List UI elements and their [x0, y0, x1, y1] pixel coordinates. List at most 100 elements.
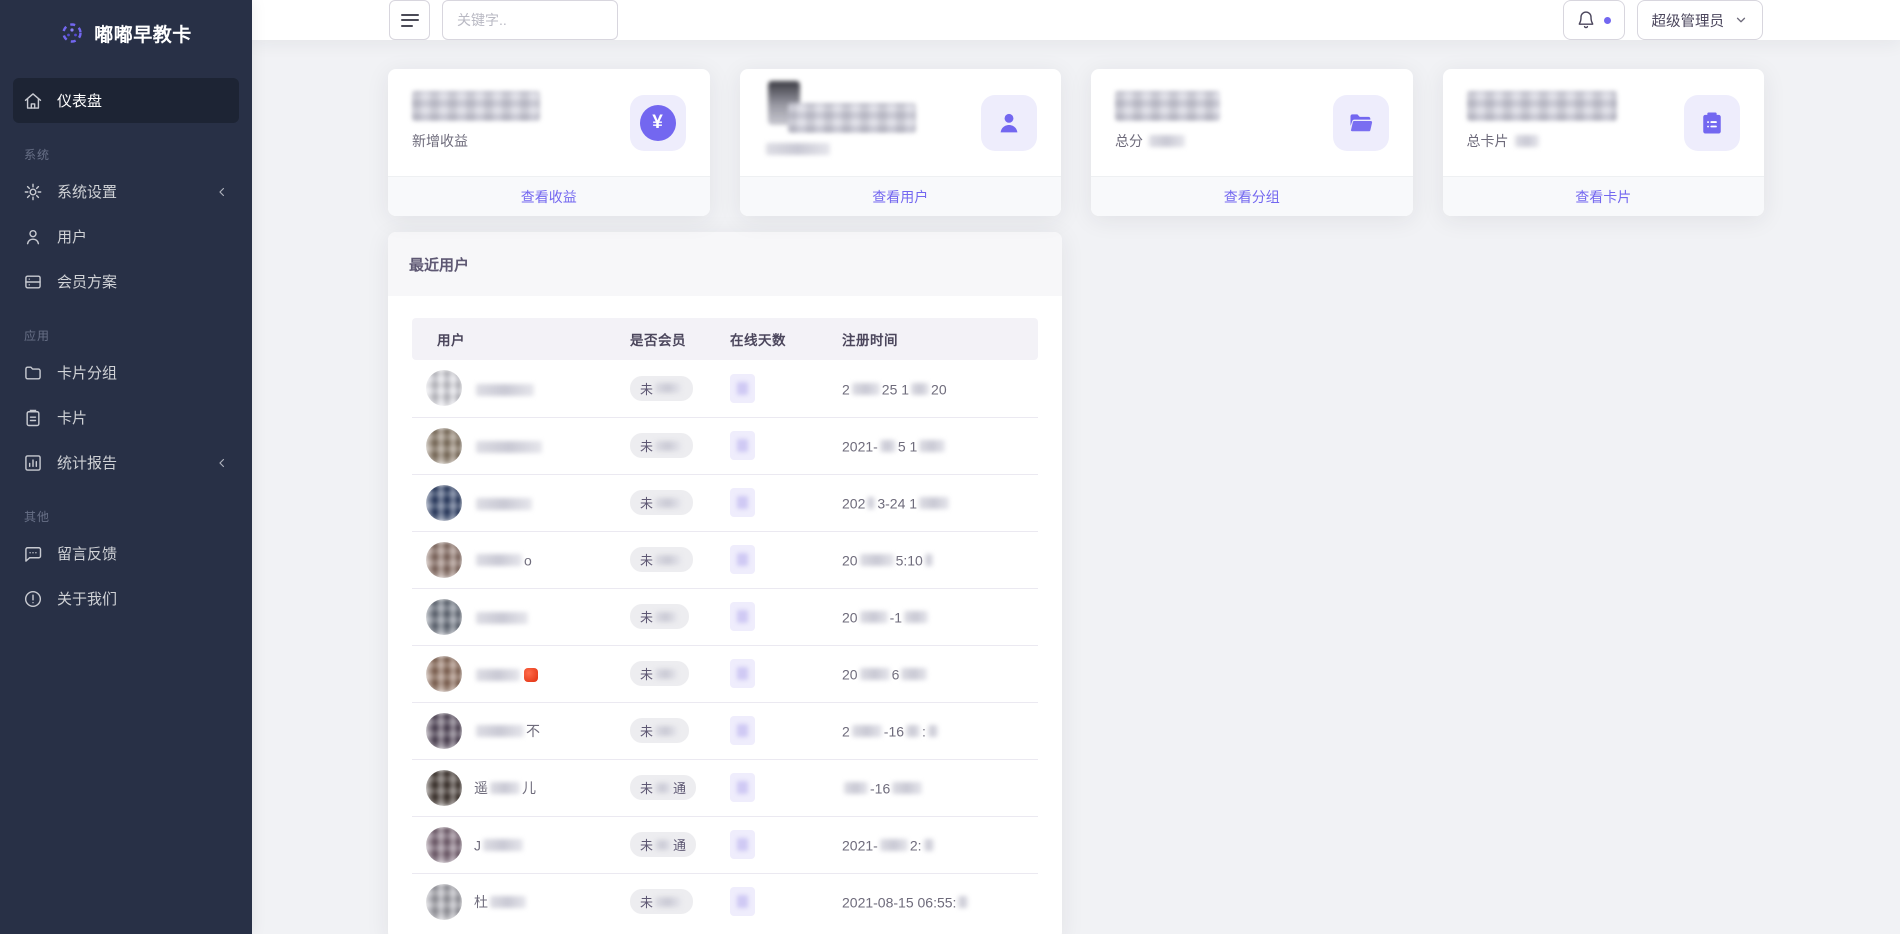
bell-icon: [1576, 10, 1596, 30]
sidebar-item-label: 用户: [57, 226, 87, 247]
user-name: J: [474, 836, 525, 853]
online-days-badge: [730, 830, 755, 859]
user-icon: [981, 95, 1037, 151]
panel-title: 最近用户: [388, 232, 1062, 296]
column-header-user: 用户: [412, 318, 618, 360]
view-users-link[interactable]: 查看用户: [872, 187, 928, 207]
stat-card-users: 查看用户: [740, 69, 1062, 216]
table-row: 不 未 2-16:: [412, 702, 1038, 759]
logo-icon: [60, 21, 84, 45]
recent-users-table: 用户 是否会员 在线天数 注册时间 未225 120未2021-5 1未2023…: [412, 318, 1038, 930]
table-row: 未225 120: [412, 360, 1038, 417]
register-date: 205:10: [830, 531, 1038, 588]
table-header-row: 用户 是否会员 在线天数 注册时间: [412, 318, 1038, 360]
sidebar-item-label: 关于我们: [57, 588, 117, 609]
gear-icon: [23, 182, 43, 202]
register-date: 2021-08-15 06:55:: [830, 873, 1038, 930]
bar-chart-icon: [23, 453, 43, 473]
table-row: 未 20-1: [412, 588, 1038, 645]
sidebar-nav: 仪表盘 系统 系统设置 用户 会员方案 应用 卡片分组 卡片 统计报告: [0, 66, 252, 621]
user-avatar: [426, 713, 462, 749]
sidebar-item-label: 会员方案: [57, 271, 117, 292]
folder-open-icon: [1333, 95, 1389, 151]
sidebar-section-apps: 应用: [0, 322, 252, 350]
user-name: 不: [474, 721, 540, 741]
sidebar-item-label: 统计报告: [57, 452, 117, 473]
table-row: o未205:10: [412, 531, 1038, 588]
notifications-button[interactable]: [1563, 0, 1625, 40]
recent-users-tbody: 未225 120未2021-5 1未2023-24 1o未205:10未20-1…: [412, 360, 1038, 930]
app-logo[interactable]: 嘟嘟早教卡: [0, 0, 252, 66]
main-area: 超级管理员 新增收益 ¥ 查看收益: [252, 0, 1900, 934]
register-date: 206: [830, 645, 1038, 702]
table-row: J 未通 2021-2:: [412, 816, 1038, 873]
register-date: 2021-5 1: [830, 417, 1038, 474]
table-row: 未 206: [412, 645, 1038, 702]
sidebar-item-feedback[interactable]: 留言反馈: [13, 531, 239, 576]
member-status-badge: 未: [630, 718, 689, 743]
member-status-badge: 未: [630, 604, 689, 629]
view-groups-link[interactable]: 查看分组: [1224, 187, 1280, 207]
sidebar: 嘟嘟早教卡 仪表盘 系统 系统设置 用户 会员方案 应用 卡片分组 卡片: [0, 0, 252, 934]
stat-card-revenue: 新增收益 ¥ 查看收益: [388, 69, 710, 216]
user-name: [474, 380, 536, 396]
column-header-member: 是否会员: [618, 318, 718, 360]
user-avatar: [426, 884, 462, 920]
user-avatar: [426, 599, 462, 635]
view-cards-link[interactable]: 查看卡片: [1575, 187, 1631, 207]
clipboard-icon: [23, 408, 43, 428]
user-name: [474, 495, 534, 511]
register-date: 225 120: [830, 360, 1038, 417]
topbar: 超级管理员: [252, 0, 1900, 40]
sidebar-item-member-plans[interactable]: 会员方案: [13, 259, 239, 304]
online-days-badge: [730, 659, 755, 688]
user-avatar: [426, 485, 462, 521]
online-days-badge: [730, 773, 755, 802]
online-days-badge: [730, 887, 755, 916]
menu-toggle-button[interactable]: [389, 0, 430, 40]
sidebar-item-dashboard[interactable]: 仪表盘: [13, 78, 239, 123]
chevron-down-icon: [1734, 13, 1748, 27]
column-header-register-time: 注册时间: [830, 318, 1038, 360]
member-status-badge: 未: [630, 889, 693, 914]
member-status-badge: 未: [630, 490, 693, 515]
app-title: 嘟嘟早教卡: [94, 20, 192, 47]
register-date: -16: [830, 759, 1038, 816]
dashboard-content: 新增收益 ¥ 查看收益 查看用户: [252, 40, 1900, 934]
register-date: 2-16:: [830, 702, 1038, 759]
sidebar-item-users[interactable]: 用户: [13, 214, 239, 259]
member-status-badge: 未通: [630, 832, 696, 857]
online-days-badge: [730, 488, 755, 517]
sidebar-item-cards[interactable]: 卡片: [13, 395, 239, 440]
sidebar-item-system-settings[interactable]: 系统设置: [13, 169, 239, 214]
member-status-badge: 未: [630, 433, 693, 458]
register-date: 2021-2:: [830, 816, 1038, 873]
recent-users-panel: 最近用户 用户 是否会员 在线天数 注册时间 未225 120未2021-5 1…: [388, 232, 1062, 934]
sidebar-item-about[interactable]: 关于我们: [13, 576, 239, 621]
user-name: o: [474, 551, 532, 568]
register-date: 20-1: [830, 588, 1038, 645]
user-menu[interactable]: 超级管理员: [1637, 0, 1764, 40]
user-name: [474, 609, 530, 625]
sidebar-item-card-groups[interactable]: 卡片分组: [13, 350, 239, 395]
redacted-value: [1467, 91, 1617, 121]
sidebar-item-reports[interactable]: 统计报告: [13, 440, 239, 485]
folder-icon: [23, 363, 43, 383]
member-status-badge: 未: [630, 661, 689, 686]
stat-card-cards: 总卡片 查看卡片: [1443, 69, 1765, 216]
user-name: 杜: [474, 892, 528, 912]
user-name: 遥儿: [474, 778, 536, 798]
info-circle-icon: [23, 589, 43, 609]
search-input[interactable]: [442, 0, 618, 40]
user-menu-label: 超级管理员: [1652, 10, 1725, 31]
chevron-left-icon: [215, 456, 229, 470]
user-avatar: [426, 542, 462, 578]
view-revenue-link[interactable]: 查看收益: [521, 187, 577, 207]
user-avatar: [426, 827, 462, 863]
user-avatar: [426, 370, 462, 406]
table-row: 未2023-24 1: [412, 474, 1038, 531]
table-row: 杜 未 2021-08-15 06:55:: [412, 873, 1038, 930]
table-row: 未 2021-5 1: [412, 417, 1038, 474]
column-header-online-days: 在线天数: [718, 318, 830, 360]
member-status-badge: 未通: [630, 775, 696, 800]
